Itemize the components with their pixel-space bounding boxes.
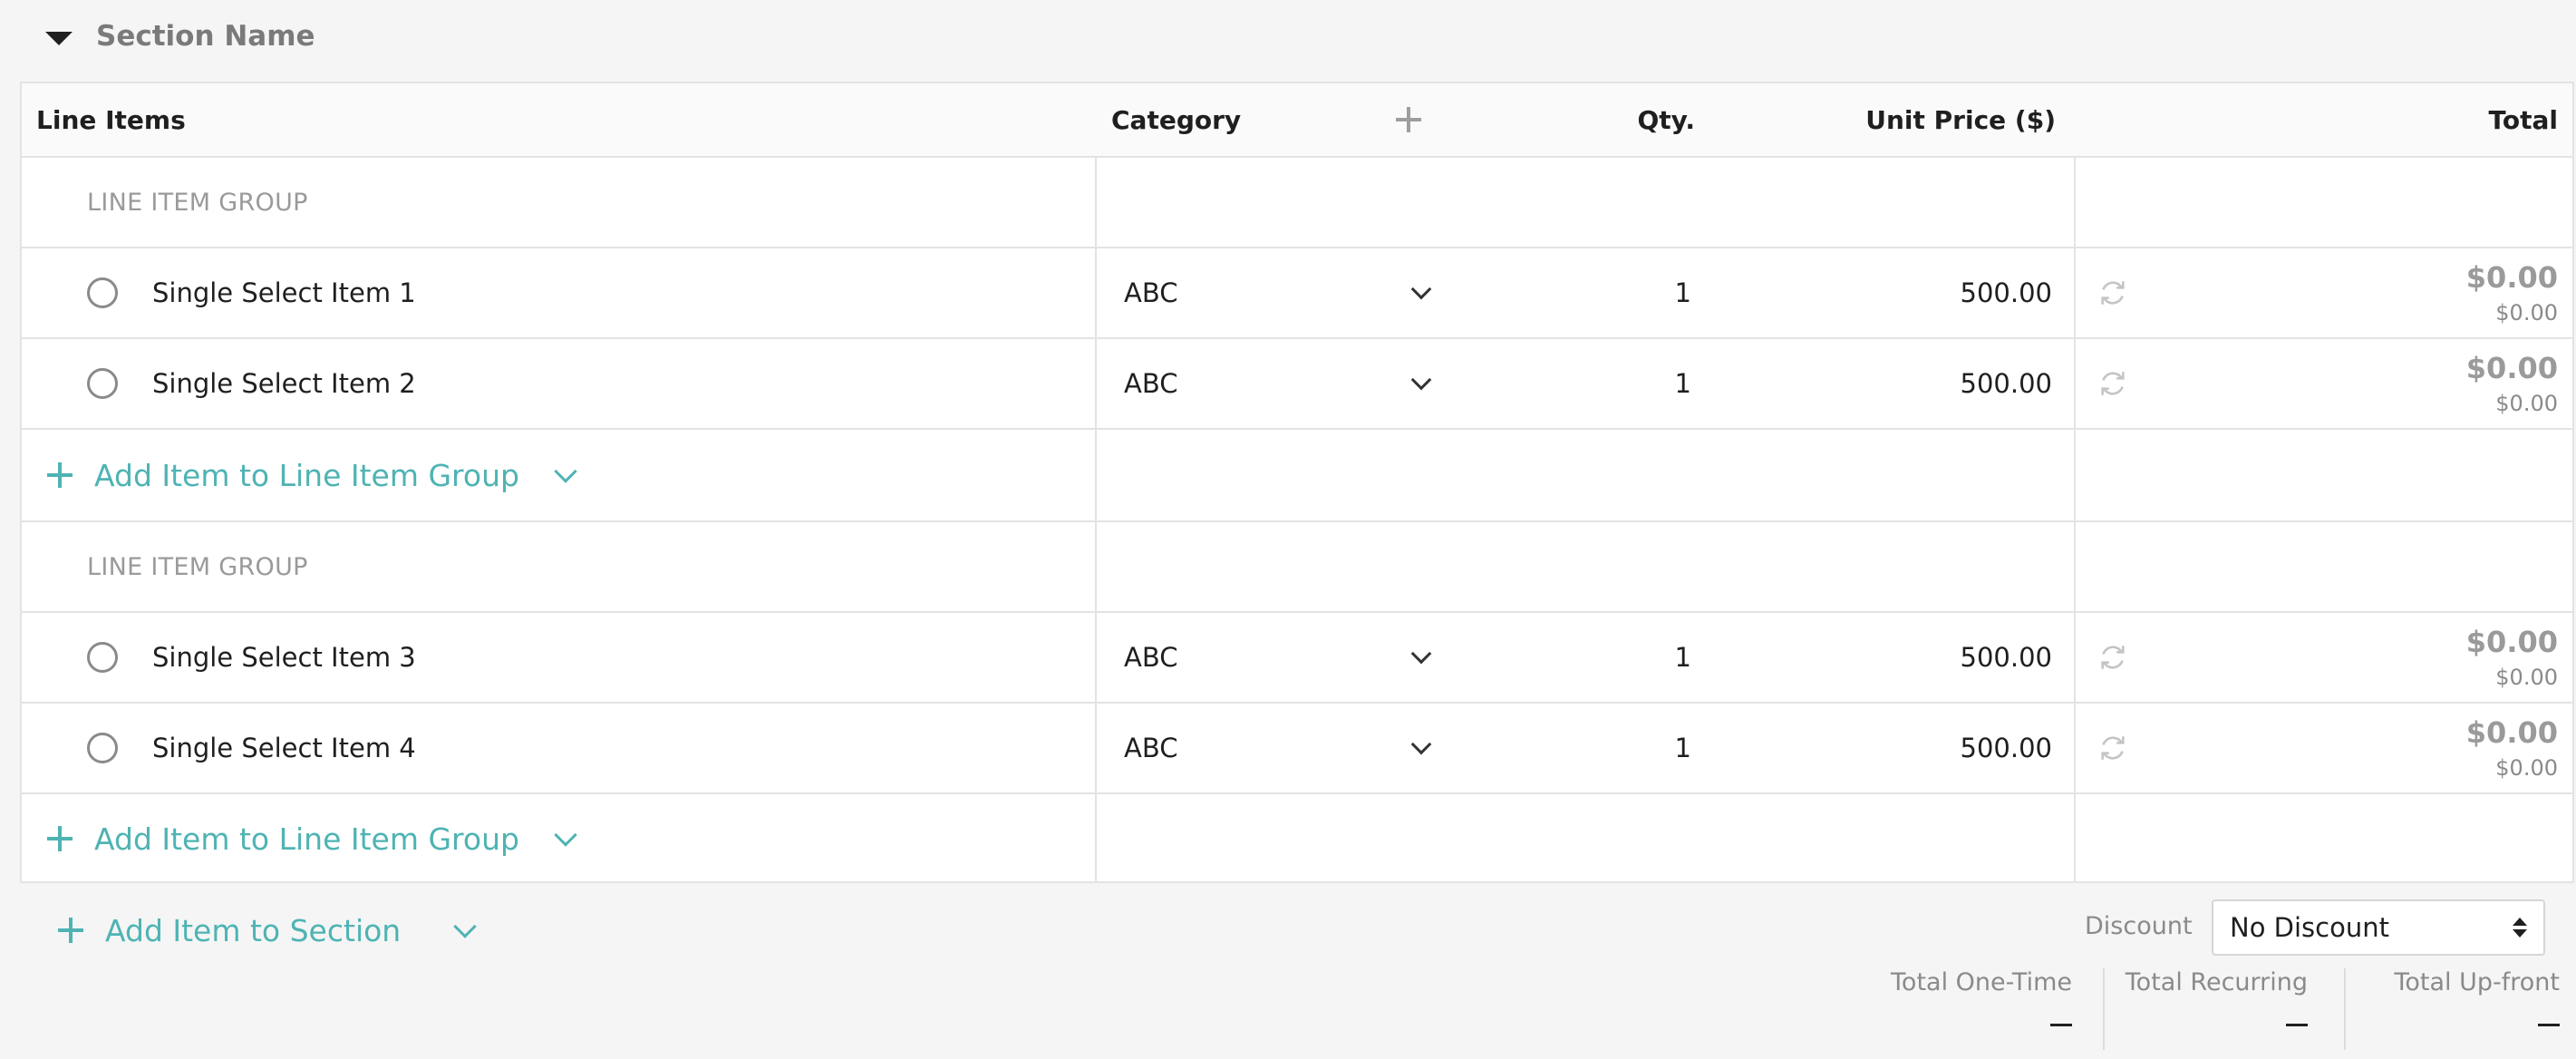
header-line-items: Line Items [36,104,186,135]
add-item-to-group-button[interactable]: Add Item to Line Item Group [47,430,583,520]
add-item-row: Add Item to Line Item Group [22,430,2572,522]
category-select[interactable]: ABC [1124,642,1438,673]
add-item-row: Add Item to Line Item Group [22,794,2572,883]
qty-value[interactable]: 1 [1675,248,1691,337]
unit-price-value[interactable]: 500.00 [1961,339,2052,428]
group-row: LINE ITEM GROUP [22,522,2572,613]
add-item-label: Add Item to Line Item Group [94,821,519,857]
chevron-down-icon [1410,643,1432,665]
category-select[interactable]: ABC [1124,277,1438,308]
item-radio[interactable] [87,277,118,308]
unit-price-value[interactable]: 500.00 [1961,704,2052,792]
add-section-item-label: Add Item to Section [105,912,402,948]
totals-divider [2103,968,2105,1050]
item-subtotal: $0.00 [2495,755,2558,781]
totals-divider [2344,968,2346,1050]
category-value: ABC [1124,277,1178,308]
unit-price-value[interactable]: 500.00 [1961,248,2052,337]
add-item-to-group-button[interactable]: Add Item to Line Item Group [47,794,583,883]
plus-icon [47,826,73,851]
total-value-dash [2286,1024,2308,1026]
chevron-down-icon [1410,369,1432,391]
total-one-time: Total One-Time [1867,968,2072,1059]
total-value-dash [2050,1024,2072,1026]
total-up-front: Total Up-front [2366,968,2560,1059]
item-name: Single Select Item 2 [152,368,416,399]
table-row: Single Select Item 3 ABC 1 500.00 $0.00 … [22,613,2572,704]
table-header: Line Items Category Qty. Unit Price ($) … [22,83,2572,158]
item-total: $0.00 [2465,351,2558,385]
qty-value[interactable]: 1 [1675,339,1691,428]
refresh-icon[interactable] [2097,613,2128,702]
total-label: Total Up-front [2394,968,2560,996]
unit-price-value[interactable]: 500.00 [1961,613,2052,702]
discount-value: No Discount [2230,912,2389,943]
add-item-label: Add Item to Line Item Group [94,457,519,493]
table-row: Single Select Item 4 ABC 1 500.00 $0.00 … [22,704,2572,794]
discount-select[interactable]: No Discount [2212,899,2545,956]
item-subtotal: $0.00 [2495,300,2558,325]
chevron-down-icon [453,915,477,938]
category-select[interactable]: ABC [1124,368,1438,399]
section-title: Section Name [96,20,315,53]
total-recurring: Total Recurring [2121,968,2308,1059]
category-select[interactable]: ABC [1124,733,1438,763]
item-name: Single Select Item 1 [152,277,416,308]
table-row: Single Select Item 2 ABC 1 500.00 $0.00 … [22,339,2572,430]
section-toggle[interactable]: Section Name [45,16,315,56]
header-total: Total [2488,104,2559,135]
header-unit-price: Unit Price ($) [1865,104,2056,135]
qty-value[interactable]: 1 [1675,613,1691,702]
discount-label: Discount [2085,912,2193,940]
category-value: ABC [1124,642,1178,673]
plus-icon [58,918,83,943]
line-items-table: Line Items Category Qty. Unit Price ($) … [20,82,2574,883]
item-total: $0.00 [2465,260,2558,295]
refresh-icon[interactable] [2097,704,2128,792]
refresh-icon[interactable] [2097,339,2128,428]
plus-icon [47,462,73,488]
plus-icon [1396,107,1421,132]
qty-value[interactable]: 1 [1675,704,1691,792]
chevron-down-icon [1410,278,1432,300]
header-category: Category [1111,104,1242,135]
total-label: Total Recurring [2125,968,2308,996]
chevron-down-icon [554,460,577,483]
item-name: Single Select Item 4 [152,733,416,763]
group-row: LINE ITEM GROUP [22,158,2572,248]
item-total: $0.00 [2465,715,2558,750]
category-value: ABC [1124,368,1178,399]
refresh-icon[interactable] [2097,248,2128,337]
table-row: Single Select Item 1 ABC 1 500.00 $0.00 … [22,248,2572,339]
category-value: ABC [1124,733,1178,763]
item-subtotal: $0.00 [2495,391,2558,416]
total-value-dash [2538,1024,2560,1026]
caret-down-icon [45,31,73,45]
sort-arrows-icon [2513,918,2527,938]
chevron-down-icon [554,823,577,847]
total-label: Total One-Time [1891,968,2072,996]
group-label: LINE ITEM GROUP [87,188,308,217]
item-radio[interactable] [87,642,118,673]
item-name: Single Select Item 3 [152,642,416,673]
add-column-button[interactable] [1396,83,1421,156]
item-subtotal: $0.00 [2495,665,2558,690]
item-total: $0.00 [2465,625,2558,659]
add-item-to-section-button[interactable]: Add Item to Section [58,903,482,957]
item-radio[interactable] [87,368,118,399]
group-label: LINE ITEM GROUP [87,552,308,581]
header-qty: Qty. [1637,104,1695,135]
chevron-down-icon [1410,734,1432,755]
item-radio[interactable] [87,733,118,763]
